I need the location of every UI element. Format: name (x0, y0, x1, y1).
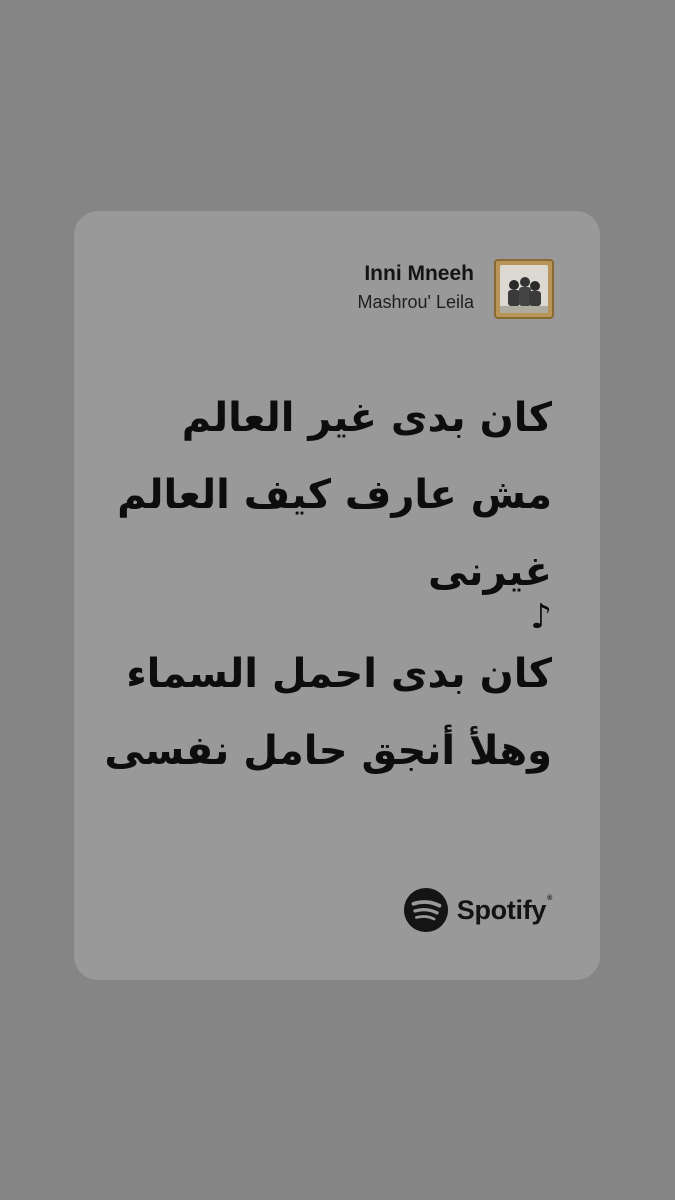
track-title: Inni Mneeh (364, 262, 474, 285)
spotify-brand: Spotify® (403, 887, 552, 933)
album-art-icon (500, 265, 548, 313)
lyric-line: غيرنى (427, 549, 552, 595)
trademark-symbol: ® (547, 894, 552, 902)
track-artist: Mashrou' Leila (357, 292, 475, 312)
lyric-line: كان بدى غير العالم (181, 395, 552, 441)
spotify-logo-icon (403, 887, 448, 933)
lyric-line: وهلأ أنجق حامل نفسى (104, 728, 552, 774)
album-art-photo (500, 265, 548, 313)
track-info: Inni Mneeh Mashrou' Leila (358, 261, 475, 317)
lyrics-block: كان بدى غير العالم مش عارف كيف العالم غي… (104, 391, 552, 801)
music-note-icon: ♪ (530, 597, 552, 637)
spotify-name: Spotify (456, 894, 547, 925)
lyrics-share-card: Inni Mneeh Mashrou' Leila كان بدى غير ال… (74, 211, 600, 980)
spotify-wordmark: Spotify® (456, 894, 553, 926)
lyric-line: كان بدى احمل السماء (126, 651, 552, 697)
album-art (494, 259, 554, 319)
lyric-line: مش عارف كيف العالم (117, 472, 552, 518)
track-header[interactable]: Inni Mneeh Mashrou' Leila (358, 259, 554, 319)
